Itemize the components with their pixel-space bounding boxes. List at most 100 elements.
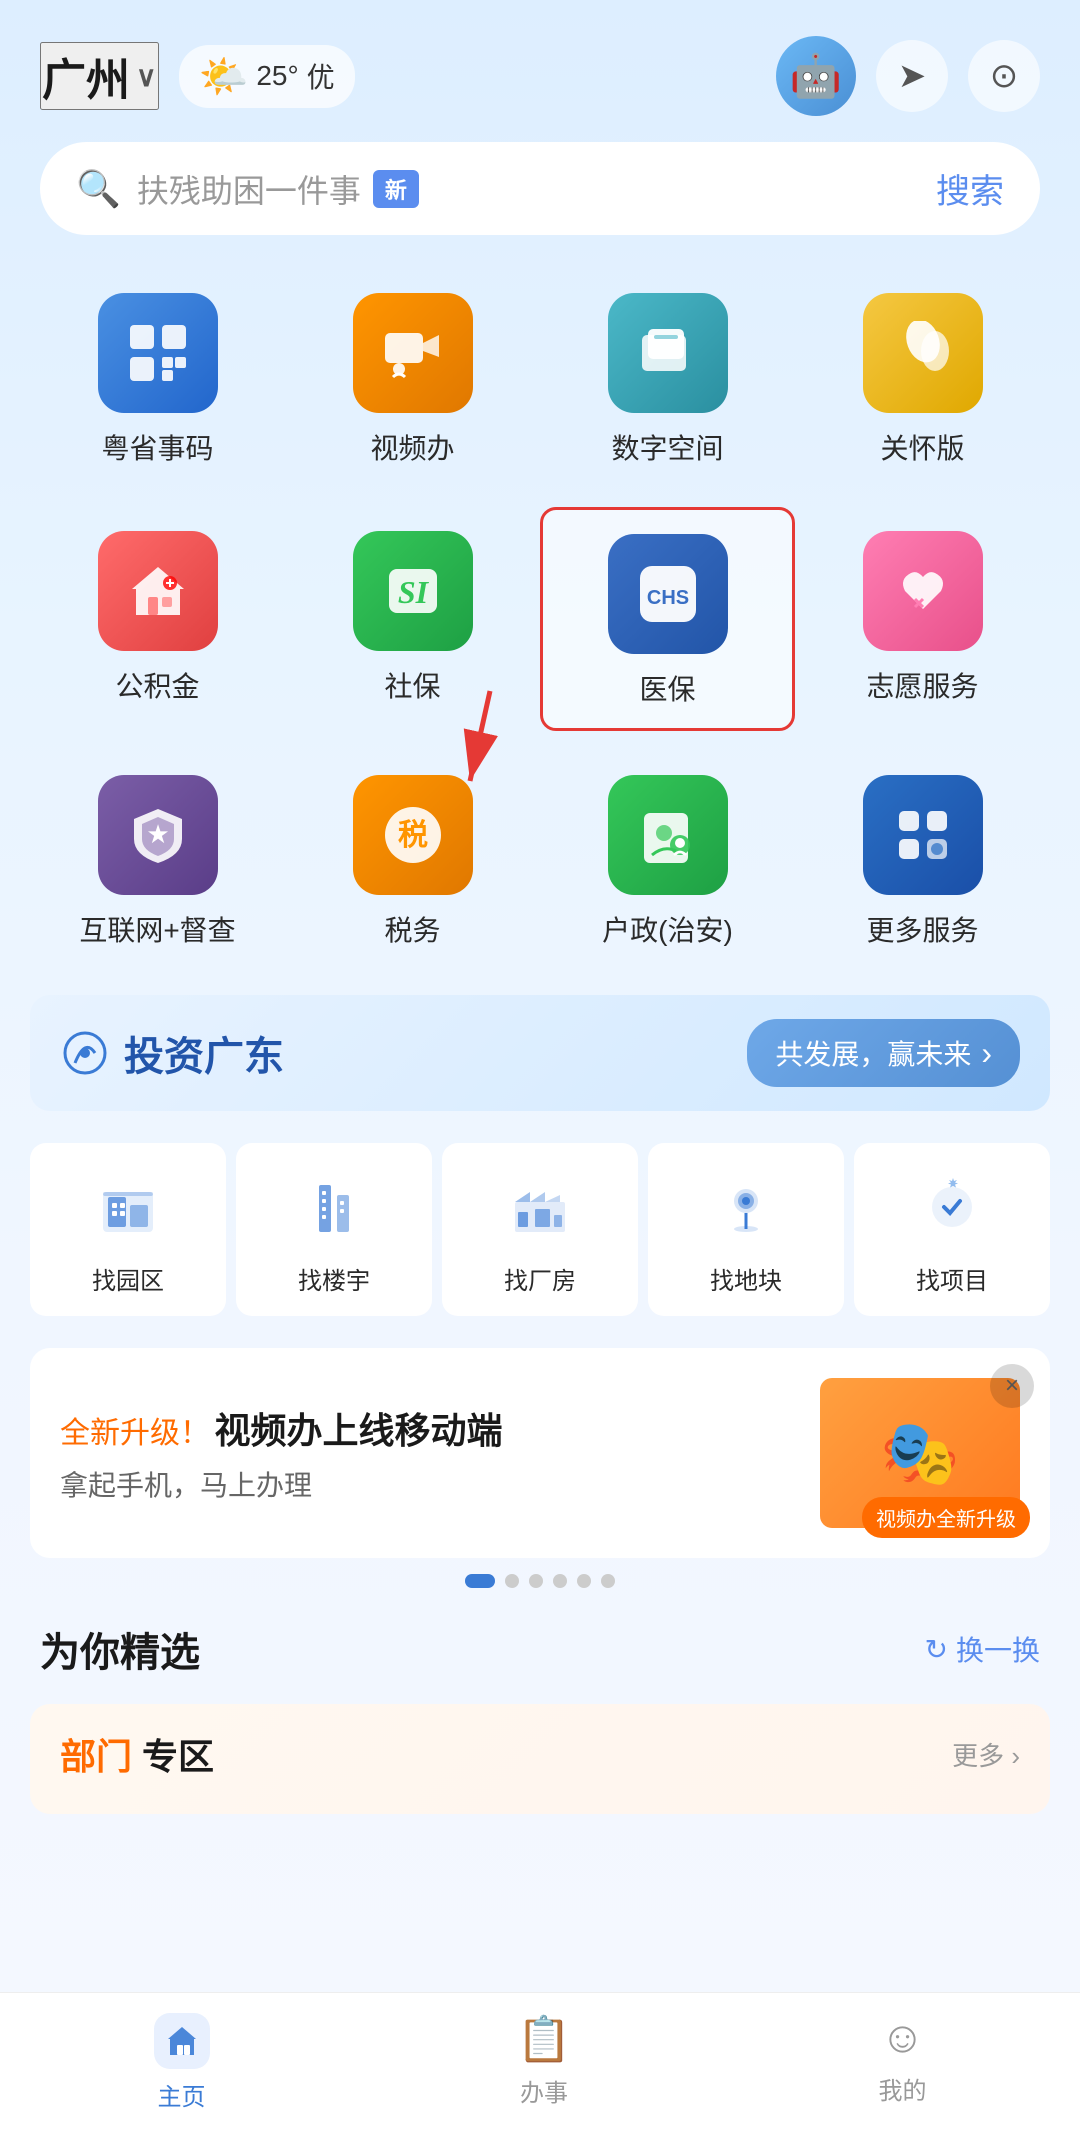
sub-grid: 找园区 找楼宇 (0, 1127, 1080, 1332)
app-label-tax: 税务 (384, 909, 440, 949)
header: 广州 ∨ 🌤️ 25° 优 🤖 ➤ ⊙ (0, 0, 1080, 132)
promo-title: 视频办上线移动端 (214, 1410, 502, 1451)
sub-item-find-factory[interactable]: 找厂房 (442, 1143, 638, 1316)
camera-icon-button[interactable]: ⊙ (968, 40, 1040, 112)
nav-label-tasks: 办事 (520, 2073, 568, 2108)
app-label-care-version: 关怀版 (880, 427, 964, 467)
app-icon-care-version (863, 293, 983, 413)
dot-3[interactable] (553, 1574, 567, 1588)
dot-5[interactable] (601, 1574, 615, 1588)
department-section[interactable]: 部门 专区 更多 › (30, 1704, 1050, 1814)
search-placeholder: 扶残助困一件事 (137, 166, 361, 212)
promo-text: 全新升级！ 视频办上线移动端 拿起手机，马上办理 (60, 1402, 820, 1504)
app-icon-more-services (863, 775, 983, 895)
refresh-label: 换一换 (956, 1629, 1040, 1669)
app-item-video-work[interactable]: 视频办 (285, 269, 540, 487)
sub-label-find-park: 找园区 (92, 1261, 164, 1296)
nav-home-icon (154, 2013, 210, 2069)
weather-badge: 🌤️ 25° 优 (179, 45, 355, 108)
dot-2[interactable] (529, 1574, 543, 1588)
avatar[interactable]: 🤖 (776, 36, 856, 116)
app-icon-yue-code (98, 293, 218, 413)
app-label-yue-code: 粤省事码 (101, 427, 213, 467)
app-grid-row2: 公积金 SI 社保 CHS 医保 志愿服务 (0, 497, 1080, 741)
sub-icon-find-land (706, 1167, 786, 1247)
app-icon-medical: CHS (608, 534, 728, 654)
search-button[interactable]: 搜索 (936, 164, 1004, 213)
bottom-nav: 主页 📋 办事 ☺ 我的 (0, 1992, 1080, 2142)
department-title: 部门 专区 (60, 1728, 214, 1780)
avatar-icon: 🤖 (790, 52, 842, 101)
dot-0[interactable] (465, 1574, 495, 1588)
app-item-digital-space[interactable]: 数字空间 (540, 269, 795, 487)
svg-text:CHS: CHS (646, 587, 688, 609)
weather-temp: 25° (256, 60, 298, 92)
dot-1[interactable] (505, 1574, 519, 1588)
invest-cta-arrow: › (981, 1035, 992, 1072)
app-item-more-services[interactable]: 更多服务 (795, 751, 1050, 969)
app-item-housing-fund[interactable]: 公积金 (30, 507, 285, 731)
location-text: 广州 (42, 44, 130, 108)
invest-logo-icon (60, 1028, 110, 1078)
sub-item-find-land[interactable]: 找地块 (648, 1143, 844, 1316)
sub-icon-find-park (88, 1167, 168, 1247)
promo-badge: 视频办全新升级 (862, 1497, 1030, 1538)
sub-item-find-project[interactable]: 找项目 (854, 1143, 1050, 1316)
featured-title: 为你精选 (40, 1620, 200, 1678)
camera-icon: ⊙ (990, 56, 1019, 96)
app-label-volunteer: 志愿服务 (866, 665, 978, 705)
invest-banner[interactable]: 投资广东 共发展，赢未来 › (30, 995, 1050, 1111)
featured-refresh-button[interactable]: ↻ 换一换 (925, 1629, 1040, 1669)
app-icon-internet-supervise: ★ (98, 775, 218, 895)
sub-icon-find-factory (500, 1167, 580, 1247)
svg-text:SI: SI (397, 574, 429, 610)
promo-character-icon: 🎭 (880, 1416, 960, 1491)
nav-tasks-icon: 📋 (517, 2013, 572, 2065)
sub-label-find-factory: 找厂房 (504, 1261, 576, 1296)
refresh-icon: ↻ (925, 1633, 948, 1666)
nav-item-home[interactable]: 主页 (154, 2013, 210, 2112)
app-item-internet-supervise[interactable]: ★ 互联网+督查 (30, 751, 285, 969)
promo-close-button[interactable]: × (990, 1364, 1034, 1408)
sub-icon-find-project (912, 1167, 992, 1247)
promo-upgrade-text: 全新升级！ 视频办上线移动端 (60, 1402, 820, 1454)
nav-item-tasks[interactable]: 📋 办事 (517, 2013, 572, 2112)
app-label-housing-fund: 公积金 (115, 665, 199, 705)
app-icon-tax: 税 (353, 775, 473, 895)
nav-label-profile: 我的 (878, 2071, 926, 2106)
app-item-medical[interactable]: CHS 医保 (540, 507, 795, 731)
nav-profile-icon: ☺ (880, 2013, 925, 2063)
search-text: 扶残助困一件事 新 (137, 166, 920, 212)
app-label-digital-space: 数字空间 (611, 427, 723, 467)
promo-banner[interactable]: 全新升级！ 视频办上线移动端 拿起手机，马上办理 🎭 视频办全新升级 × (30, 1348, 1050, 1558)
app-item-volunteer[interactable]: 志愿服务 (795, 507, 1050, 731)
nav-item-profile[interactable]: ☺ 我的 (878, 2013, 926, 2112)
app-item-household[interactable]: 户政(治安) (540, 751, 795, 969)
department-header: 部门 专区 更多 › (60, 1728, 1020, 1780)
invest-title: 投资广东 (124, 1024, 284, 1082)
new-badge: 新 (373, 170, 419, 208)
app-item-tax[interactable]: 税 税务 (285, 751, 540, 969)
sub-item-find-building[interactable]: 找楼宇 (236, 1143, 432, 1316)
navigation-icon-button[interactable]: ➤ (876, 40, 948, 112)
sub-item-find-park[interactable]: 找园区 (30, 1143, 226, 1316)
app-grid-row1: 粤省事码 视频办 数字空间 (0, 259, 1080, 497)
search-bar[interactable]: 🔍 扶残助困一件事 新 搜索 (40, 142, 1040, 235)
app-item-care-version[interactable]: 关怀版 (795, 269, 1050, 487)
featured-header: 为你精选 ↻ 换一换 (0, 1600, 1080, 1688)
close-icon: × (1005, 1372, 1019, 1400)
carousel-dots (0, 1574, 1080, 1588)
promo-upgrade-label: 全新升级！ (60, 1417, 210, 1450)
sub-label-find-land: 找地块 (710, 1261, 782, 1296)
invest-left: 投资广东 (60, 1024, 284, 1082)
svg-text:★: ★ (146, 819, 169, 849)
app-label-social-security: 社保 (384, 665, 440, 705)
location-button[interactable]: 广州 ∨ (40, 42, 159, 110)
dot-4[interactable] (577, 1574, 591, 1588)
department-more-button[interactable]: 更多 › (952, 1736, 1020, 1773)
invest-cta[interactable]: 共发展，赢未来 › (747, 1019, 1020, 1087)
app-item-social-security[interactable]: SI 社保 (285, 507, 540, 731)
promo-image: 🎭 视频办全新升级 (820, 1378, 1020, 1528)
nav-label-home: 主页 (158, 2077, 206, 2112)
app-item-yue-code[interactable]: 粤省事码 (30, 269, 285, 487)
